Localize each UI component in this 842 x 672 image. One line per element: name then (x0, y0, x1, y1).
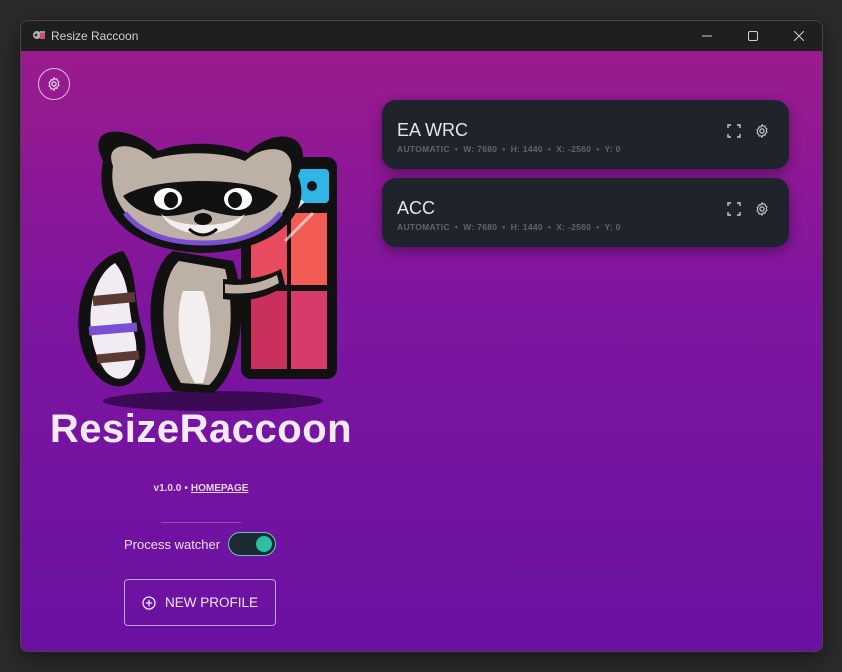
raccoon-mascot (63, 101, 343, 411)
meta-separator: • (454, 144, 459, 154)
version-text: v1.0.0 (153, 483, 182, 494)
meta-separator: • (547, 222, 552, 232)
maximize-button[interactable] (730, 21, 776, 51)
fullscreen-icon[interactable] (725, 200, 743, 218)
window-controls (684, 21, 822, 51)
profile-y: Y: 0 (604, 144, 621, 154)
fullscreen-icon[interactable] (725, 122, 743, 140)
version-separator: • (184, 483, 188, 494)
gear-icon[interactable] (753, 122, 771, 140)
app-icon (31, 28, 47, 44)
profile-height: H: 1440 (510, 144, 543, 154)
toggle-knob (256, 536, 273, 552)
profile-mode: AUTOMATIC (397, 144, 450, 154)
title-bar[interactable]: Resize Raccoon (21, 21, 822, 51)
maximize-icon (748, 31, 758, 41)
process-watcher-label: Process watcher (124, 536, 221, 552)
version-line: v1.0.0 • HOMEPAGE (21, 483, 381, 494)
profile-meta: AUTOMATIC • W: 7680 • H: 1440 • X: -2560 • Y: 0 (397, 144, 621, 154)
profile-name: ACC (397, 198, 436, 218)
homepage-link[interactable]: HOMEPAGE (191, 483, 249, 494)
profile-card[interactable]: EA WRC AUTOMATIC • W: 7680 • H: 1440 • X: -256… (382, 100, 789, 169)
profile-meta: AUTOMATIC • W: 7680 • H: 1440 • X: -2560 • Y: 0 (397, 222, 621, 232)
meta-separator: • (502, 144, 506, 154)
profile-width: W: 7680 (463, 222, 498, 232)
close-icon (794, 31, 804, 41)
profile-width: W: 7680 (463, 144, 498, 154)
minimize-button[interactable] (684, 21, 730, 51)
meta-separator: • (547, 144, 552, 154)
profile-y: Y: 0 (604, 222, 621, 232)
profile-name: EA WRC (397, 120, 469, 140)
new-profile-label: NEW PROFILE (164, 595, 258, 610)
app-name: ResizeRaccoon (49, 407, 353, 451)
main-content: ResizeRaccoon v1.0.0 • HOMEPAGE Process wa… (21, 51, 822, 651)
card-actions (725, 200, 771, 218)
gear-icon[interactable] (753, 200, 771, 218)
settings-button[interactable] (38, 68, 70, 100)
divider (161, 522, 241, 523)
plus-circle-icon (142, 595, 156, 610)
meta-separator: • (454, 222, 459, 232)
minimize-icon (702, 35, 712, 37)
window-title: Resize Raccoon (51, 29, 139, 43)
meta-separator: • (596, 222, 600, 232)
close-button[interactable] (776, 21, 822, 51)
process-watcher-row: Process watcher (124, 532, 277, 556)
profile-mode: AUTOMATIC (397, 222, 450, 232)
meta-separator: • (596, 144, 600, 154)
card-actions (725, 122, 771, 140)
profile-x: X: -2560 (556, 222, 592, 232)
app-window: Resize Raccoon ResizeRaccoon v1.0.0 • HO… (20, 20, 823, 652)
process-watcher-toggle[interactable] (228, 532, 277, 556)
gear-icon (48, 77, 60, 91)
profile-height: H: 1440 (510, 222, 543, 232)
new-profile-button[interactable]: NEW PROFILE (124, 579, 276, 626)
profile-x: X: -2560 (556, 144, 592, 154)
meta-separator: • (502, 222, 506, 232)
profile-card[interactable]: ACC AUTOMATIC • W: 7680 • H: 1440 • X: -2560 • Y… (382, 178, 789, 247)
